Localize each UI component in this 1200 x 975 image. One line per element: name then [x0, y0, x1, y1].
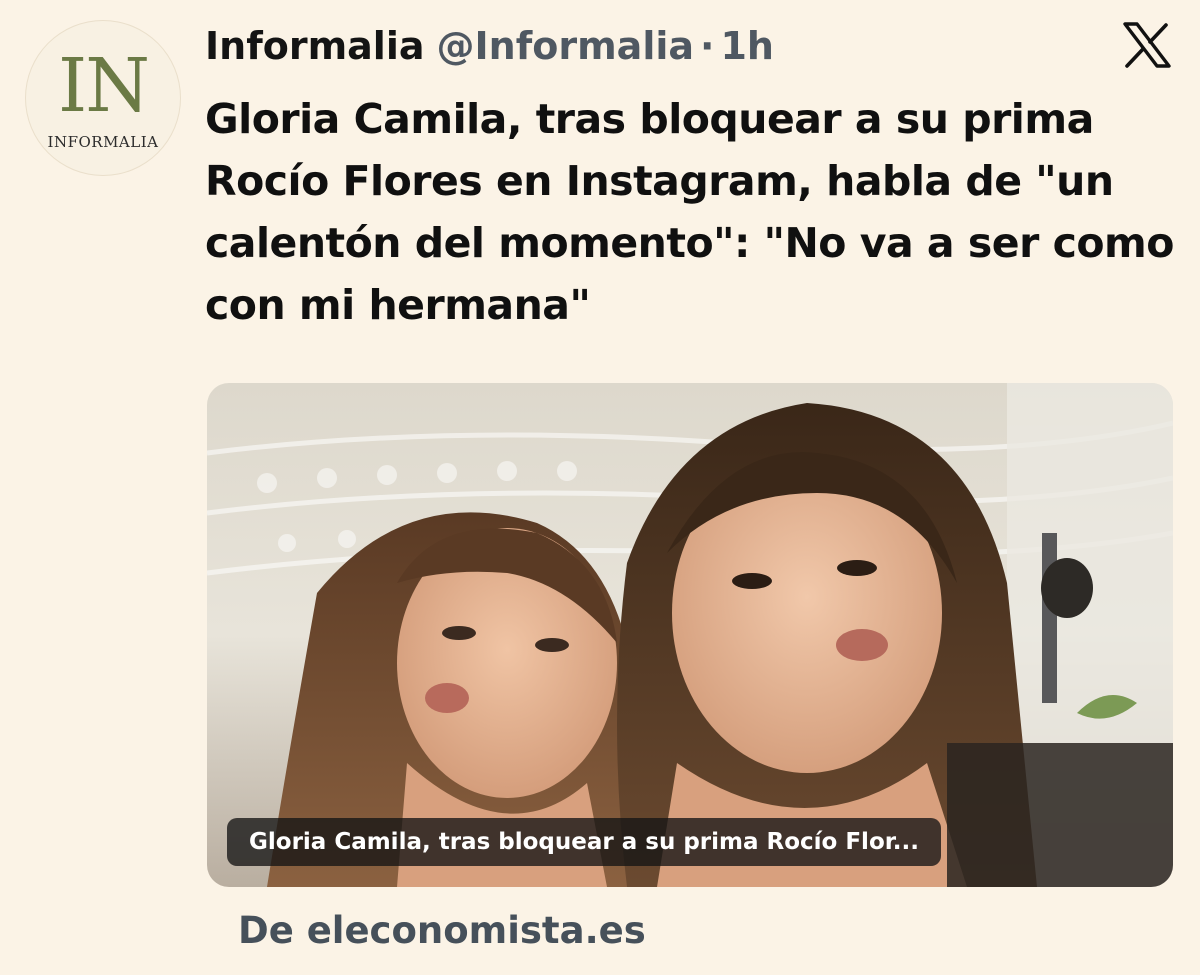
x-logo-icon[interactable] — [1122, 22, 1172, 68]
post-time[interactable]: 1h — [720, 18, 774, 74]
account-handle[interactable]: @Informalia — [437, 18, 695, 74]
link-card-caption: Gloria Camila, tras bloquear a su prima … — [227, 818, 942, 866]
tweet-screenshot: IN INFORMALIA Informalia @Informalia · 1… — [0, 0, 1200, 975]
display-name[interactable]: Informalia — [205, 18, 425, 74]
account-avatar[interactable]: IN INFORMALIA — [25, 20, 181, 176]
header-separator: · — [700, 24, 715, 68]
avatar-logo-letters: IN — [58, 43, 150, 129]
avatar-logo-wordmark: INFORMALIA — [47, 133, 159, 151]
link-preview-card[interactable]: Gloria Camila, tras bloquear a su prima … — [207, 383, 1173, 887]
tweet-header: Informalia @Informalia · 1h — [205, 18, 774, 74]
link-source[interactable]: De eleconomista.es — [238, 905, 646, 957]
link-card-image — [207, 383, 1173, 887]
post-headline: Gloria Camila, tras bloquear a su prima … — [205, 95, 1174, 329]
